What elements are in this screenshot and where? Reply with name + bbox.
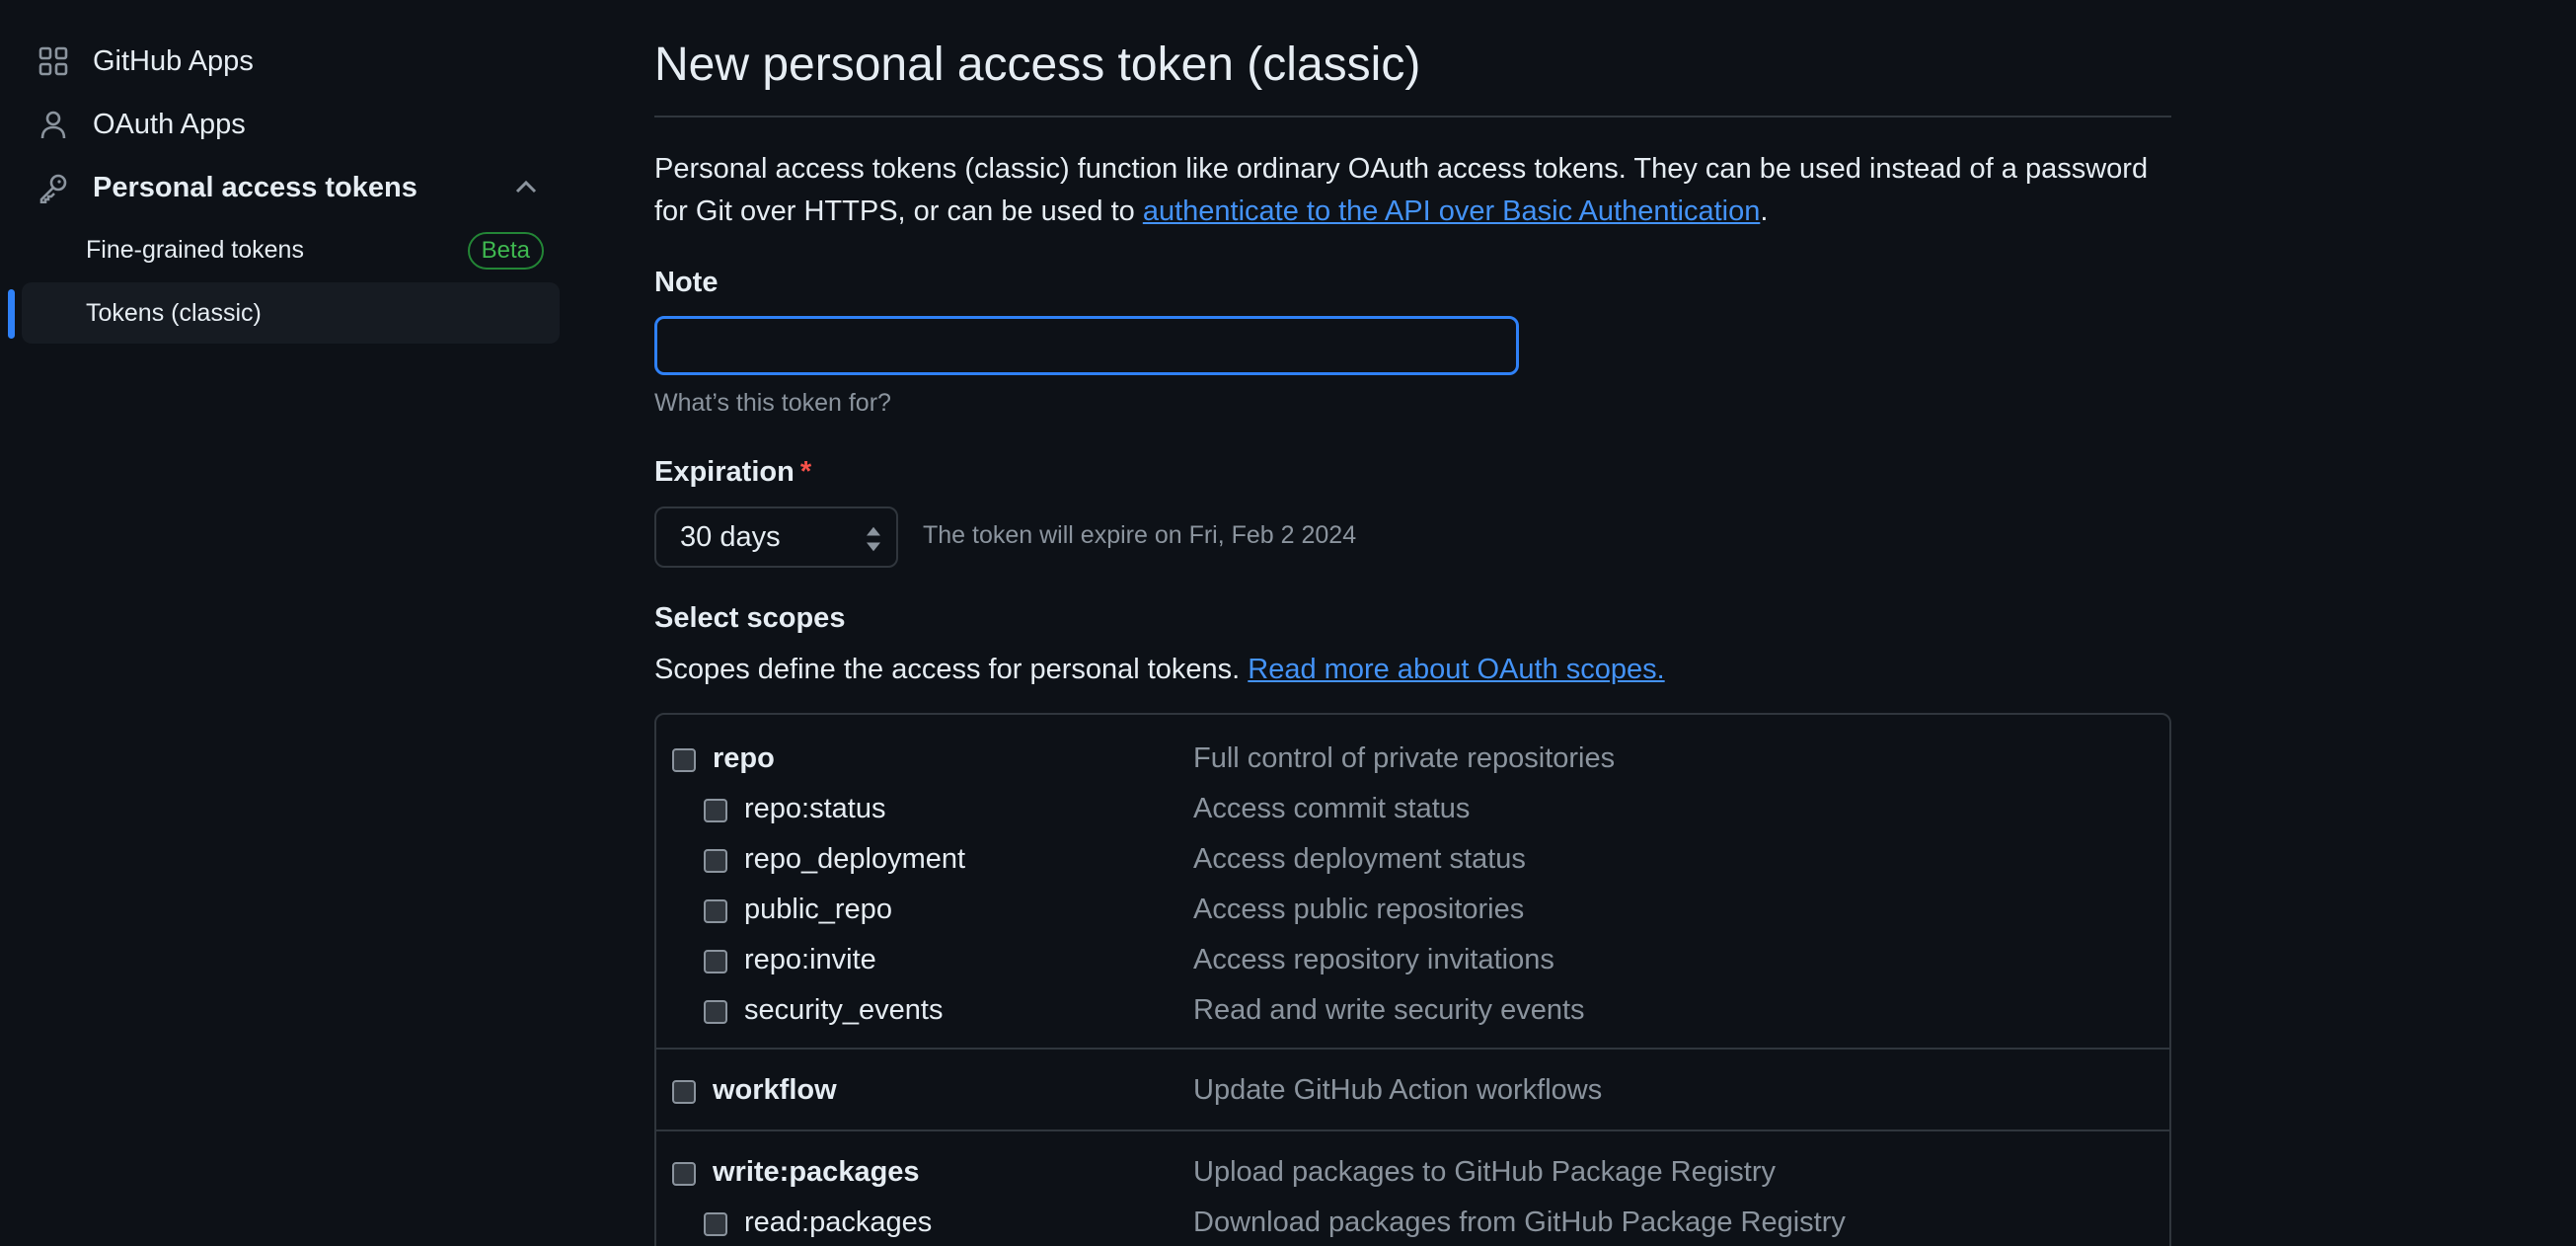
scope-row-repo-status: repo:status Access commit status bbox=[656, 785, 2169, 835]
scope-checkbox-write-packages[interactable] bbox=[672, 1162, 696, 1186]
active-indicator bbox=[8, 289, 15, 339]
sidebar-item-fine-grained-tokens[interactable]: Fine-grained tokens Beta bbox=[22, 219, 560, 280]
sidebar-item-label: Fine-grained tokens bbox=[86, 235, 304, 264]
sidebar-item-label: OAuth Apps bbox=[93, 108, 246, 140]
scope-name: write:packages bbox=[713, 1156, 920, 1188]
scope-row-repo-invite: repo:invite Access repository invitation… bbox=[656, 936, 2169, 986]
scopes-table: repo Full control of private repositorie… bbox=[654, 713, 2171, 1246]
scope-description: Access repository invitations bbox=[1193, 944, 1554, 975]
sidebar-item-label: Personal access tokens bbox=[93, 171, 417, 203]
scope-row-write-packages: write:packages Upload packages to GitHub… bbox=[656, 1148, 2169, 1199]
scope-row-repo: repo Full control of private repositorie… bbox=[656, 735, 2169, 785]
scope-checkbox-workflow[interactable] bbox=[672, 1080, 696, 1104]
scope-checkbox-repo-status[interactable] bbox=[704, 799, 727, 822]
scope-checkbox-repo-deployment[interactable] bbox=[704, 849, 727, 873]
scope-checkbox-public-repo[interactable] bbox=[704, 899, 727, 923]
scope-description: Read and write security events bbox=[1193, 994, 1585, 1026]
scope-description: Access public repositories bbox=[1193, 894, 1525, 925]
expiration-note: The token will expire on Fri, Feb 2 2024 bbox=[923, 521, 1357, 549]
note-input[interactable] bbox=[654, 316, 1519, 375]
scope-name: repo:invite bbox=[744, 944, 876, 975]
chevron-up-icon[interactable] bbox=[510, 172, 542, 203]
scope-name: repo bbox=[713, 742, 775, 774]
scope-row-workflow: workflow Update GitHub Action workflows bbox=[656, 1066, 2169, 1117]
note-label: Note bbox=[654, 267, 719, 298]
scope-group-divider bbox=[656, 1048, 2169, 1050]
expiration-select[interactable]: 30 days bbox=[654, 506, 898, 568]
scope-name: public_repo bbox=[744, 894, 892, 925]
beta-badge: Beta bbox=[467, 232, 544, 270]
scopes-description-text: Scopes define the access for personal to… bbox=[654, 654, 1249, 685]
scopes-description: Scopes define the access for personal to… bbox=[654, 654, 1665, 686]
select-scopes-heading: Select scopes bbox=[654, 602, 846, 634]
apps-grid-icon bbox=[34, 41, 73, 81]
scope-description: Full control of private repositories bbox=[1193, 742, 1616, 774]
scope-description: Download packages from GitHub Package Re… bbox=[1193, 1207, 1846, 1238]
scope-row-repo-deployment: repo_deployment Access deployment status bbox=[656, 835, 2169, 886]
scope-name: repo:status bbox=[744, 793, 886, 824]
expiration-selected-value: 30 days bbox=[680, 520, 781, 553]
expiration-label: Expiration * bbox=[654, 456, 811, 489]
scope-row-public-repo: public_repo Access public repositories bbox=[656, 886, 2169, 936]
page-title: New personal access token (classic) bbox=[654, 39, 1421, 91]
page: GitHub Apps OAuth Apps Personal access t… bbox=[0, 0, 2576, 1246]
sidebar-item-oauth-apps[interactable]: OAuth Apps bbox=[22, 95, 560, 154]
sidebar-item-tokens-classic[interactable]: Tokens (classic) bbox=[22, 282, 560, 344]
sidebar-item-github-apps[interactable]: GitHub Apps bbox=[22, 32, 560, 91]
scope-group-divider bbox=[656, 1129, 2169, 1131]
scope-row-read-packages: read:packages Download packages from Git… bbox=[656, 1199, 2169, 1246]
scope-name: repo_deployment bbox=[744, 843, 966, 875]
key-icon bbox=[34, 168, 73, 207]
scope-description: Access commit status bbox=[1193, 793, 1471, 824]
scope-row-security-events: security_events Read and write security … bbox=[656, 986, 2169, 1037]
intro-end: . bbox=[1760, 195, 1769, 227]
person-icon bbox=[34, 105, 73, 144]
scope-description: Update GitHub Action workflows bbox=[1193, 1074, 1603, 1106]
scope-description: Access deployment status bbox=[1193, 843, 1526, 875]
intro-text: Personal access tokens (classic) functio… bbox=[654, 148, 2171, 233]
scope-name: security_events bbox=[744, 994, 944, 1026]
sidebar-item-label: GitHub Apps bbox=[93, 44, 254, 77]
oauth-scopes-link[interactable]: Read more about OAuth scopes. bbox=[1248, 654, 1664, 685]
note-hint: What’s this token for? bbox=[654, 389, 891, 417]
scope-checkbox-repo-invite[interactable] bbox=[704, 950, 727, 973]
scope-description: Upload packages to GitHub Package Regist… bbox=[1193, 1156, 1776, 1188]
scope-checkbox-read-packages[interactable] bbox=[704, 1212, 727, 1236]
select-arrows-icon bbox=[867, 526, 880, 552]
basic-auth-link[interactable]: authenticate to the API over Basic Authe… bbox=[1143, 195, 1761, 227]
sidebar-item-personal-access-tokens[interactable]: Personal access tokens bbox=[22, 158, 560, 217]
scope-checkbox-security-events[interactable] bbox=[704, 1000, 727, 1024]
scope-name: read:packages bbox=[744, 1207, 933, 1238]
sidebar-item-label: Tokens (classic) bbox=[86, 298, 262, 327]
required-mark: * bbox=[799, 456, 812, 488]
scope-name: workflow bbox=[713, 1074, 837, 1106]
expiration-label-text: Expiration bbox=[654, 456, 795, 488]
scope-checkbox-repo[interactable] bbox=[672, 748, 696, 772]
title-divider bbox=[654, 116, 2171, 117]
